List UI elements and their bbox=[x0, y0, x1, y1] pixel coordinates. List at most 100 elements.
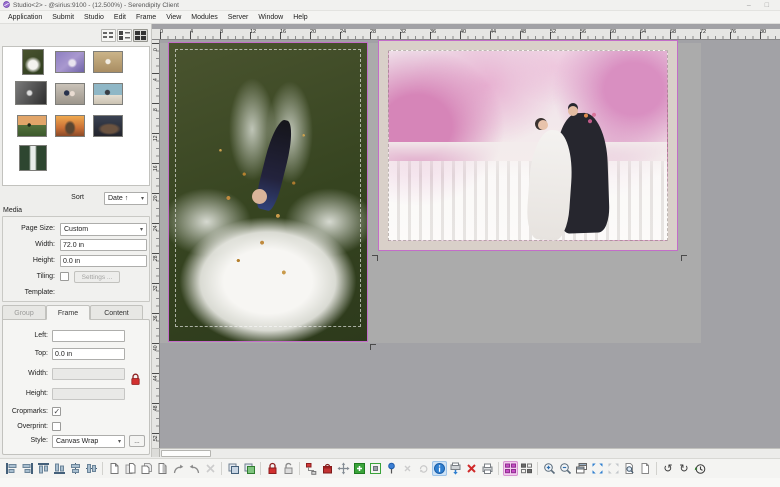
menu-window[interactable]: Window bbox=[253, 14, 288, 21]
duplicate-frame-icon[interactable] bbox=[123, 461, 138, 476]
cascade-windows-icon[interactable] bbox=[574, 461, 589, 476]
frame-info-icon[interactable] bbox=[432, 461, 447, 476]
menu-modules[interactable]: Modules bbox=[186, 14, 222, 21]
media-grid-icon[interactable] bbox=[519, 461, 534, 476]
style-dropdown[interactable]: Canvas Wrap bbox=[52, 435, 125, 448]
overprint-checkbox[interactable] bbox=[52, 422, 61, 431]
status-strip bbox=[0, 478, 780, 487]
menu-help[interactable]: Help bbox=[288, 14, 312, 21]
align-center-vertical-icon[interactable] bbox=[84, 461, 99, 476]
minimize-button[interactable]: – bbox=[747, 2, 751, 9]
redo-step-icon[interactable] bbox=[171, 461, 186, 476]
page-size-dropdown[interactable]: Custom bbox=[60, 223, 147, 236]
menu-frame[interactable]: Frame bbox=[131, 14, 161, 21]
menu-view[interactable]: View bbox=[161, 14, 186, 21]
align-left-icon[interactable] bbox=[4, 461, 19, 476]
style-label: Style: bbox=[30, 437, 48, 444]
zoom-in-icon[interactable] bbox=[542, 461, 557, 476]
menubar: ApplicationSubmitStudioEditFrameViewModu… bbox=[0, 11, 780, 24]
scrollbar-thumb[interactable] bbox=[161, 450, 211, 457]
maximize-button[interactable]: □ bbox=[765, 2, 769, 9]
tab-group[interactable]: Group bbox=[2, 305, 46, 320]
move-frame-icon[interactable] bbox=[336, 461, 351, 476]
delete-frame-icon[interactable] bbox=[464, 461, 479, 476]
cropmarks-checkbox[interactable] bbox=[52, 407, 61, 416]
route-to-printer-icon[interactable] bbox=[304, 461, 319, 476]
menu-server[interactable]: Server bbox=[223, 14, 254, 21]
export-print-icon[interactable] bbox=[448, 461, 463, 476]
dark-coast-rock-thumbnail[interactable] bbox=[93, 115, 123, 137]
palm-sunset-field-thumbnail[interactable] bbox=[17, 115, 47, 137]
menu-studio[interactable]: Studio bbox=[79, 14, 109, 21]
style-more-button[interactable]: ... bbox=[129, 435, 145, 447]
ungroup-frames-icon[interactable] bbox=[242, 461, 257, 476]
v-ruler-number: 40 bbox=[153, 345, 159, 351]
view-medium-thumbs-button[interactable] bbox=[117, 29, 132, 42]
sort-dropdown[interactable]: Date ↑ bbox=[104, 192, 148, 205]
group-frames-icon[interactable] bbox=[226, 461, 241, 476]
print-icon[interactable] bbox=[480, 461, 495, 476]
new-page-icon[interactable] bbox=[638, 461, 653, 476]
main-toolbar: ↺↻ bbox=[0, 458, 780, 478]
media-width-input[interactable] bbox=[60, 239, 147, 251]
h-ruler-number: 0 bbox=[160, 29, 163, 35]
frame-left-input[interactable] bbox=[52, 330, 125, 342]
pin-frame-icon[interactable] bbox=[384, 461, 399, 476]
revert-history-icon[interactable] bbox=[693, 461, 708, 476]
castle-sunset-thumbnail[interactable] bbox=[55, 115, 85, 137]
menu-application[interactable]: Application bbox=[3, 14, 47, 21]
beach-couple-thumbnail[interactable] bbox=[93, 83, 123, 105]
preview-page-icon[interactable] bbox=[622, 461, 637, 476]
align-bottom-icon[interactable] bbox=[52, 461, 67, 476]
field-couple-thumbnail[interactable] bbox=[93, 51, 123, 73]
frame-width-input bbox=[52, 368, 125, 380]
horizontal-scrollbar[interactable] bbox=[152, 448, 780, 457]
align-top-icon[interactable] bbox=[36, 461, 51, 476]
submit-job-icon[interactable] bbox=[320, 461, 335, 476]
copy-frame-icon[interactable] bbox=[139, 461, 154, 476]
h-ruler-number: 72 bbox=[700, 29, 706, 35]
frame-top-input[interactable] bbox=[52, 348, 125, 360]
add-frame-icon[interactable] bbox=[352, 461, 367, 476]
menu-edit[interactable]: Edit bbox=[109, 14, 131, 21]
thumbnail-view-modes bbox=[101, 29, 148, 42]
toolbar-separator bbox=[498, 462, 499, 475]
vertical-ruler: 0481216202428323640444852 bbox=[152, 40, 160, 448]
bw-wedding-scene-thumbnail[interactable] bbox=[15, 81, 47, 105]
zoom-out-icon[interactable] bbox=[558, 461, 573, 476]
view-small-thumbs-button[interactable] bbox=[101, 29, 116, 42]
view-large-thumbs-button[interactable] bbox=[133, 29, 148, 42]
tiling-checkbox[interactable] bbox=[60, 272, 69, 281]
h-ruler-number: 40 bbox=[460, 29, 466, 35]
portrait-canvas-frame[interactable] bbox=[168, 42, 368, 342]
media-grid-active-icon[interactable] bbox=[503, 461, 518, 476]
bridal-dress-overhead-thumbnail[interactable] bbox=[22, 49, 44, 75]
waterfall-thumbnail[interactable] bbox=[19, 145, 47, 171]
align-center-horizontal-icon[interactable] bbox=[68, 461, 83, 476]
menu-submit[interactable]: Submit bbox=[47, 14, 79, 21]
h-ruler-number: 36 bbox=[430, 29, 436, 35]
new-frame-icon[interactable] bbox=[107, 461, 122, 476]
undo-icon[interactable]: ↺ bbox=[661, 461, 676, 476]
window-title: Studio<2> - @sirius:9100 - (12.500%) - S… bbox=[13, 2, 179, 9]
tab-content[interactable]: Content bbox=[90, 305, 143, 320]
purple-blossom-couple-thumbnail[interactable] bbox=[55, 51, 85, 73]
toolbar-separator bbox=[537, 462, 538, 475]
tab-frame[interactable]: Frame bbox=[46, 305, 90, 320]
media-section-label: Media bbox=[3, 207, 22, 214]
unlock-frame-icon[interactable] bbox=[281, 461, 296, 476]
aspect-lock-icon[interactable] bbox=[130, 373, 141, 388]
h-ruler-number: 12 bbox=[250, 29, 256, 35]
undo-step-icon[interactable] bbox=[187, 461, 202, 476]
lock-frame-icon[interactable] bbox=[265, 461, 280, 476]
redo-icon[interactable]: ↻ bbox=[677, 461, 692, 476]
blossom-photo bbox=[388, 50, 668, 241]
blue-suit-couple-thumbnail[interactable] bbox=[55, 83, 85, 105]
mirror-frame-icon[interactable] bbox=[155, 461, 170, 476]
landscape-canvas-frame[interactable] bbox=[378, 40, 678, 251]
fit-to-window-icon[interactable] bbox=[590, 461, 605, 476]
center-content-icon[interactable] bbox=[368, 461, 383, 476]
media-height-input[interactable] bbox=[60, 255, 147, 267]
align-right-icon[interactable] bbox=[20, 461, 35, 476]
scrollbar-left-stub[interactable] bbox=[152, 449, 160, 457]
